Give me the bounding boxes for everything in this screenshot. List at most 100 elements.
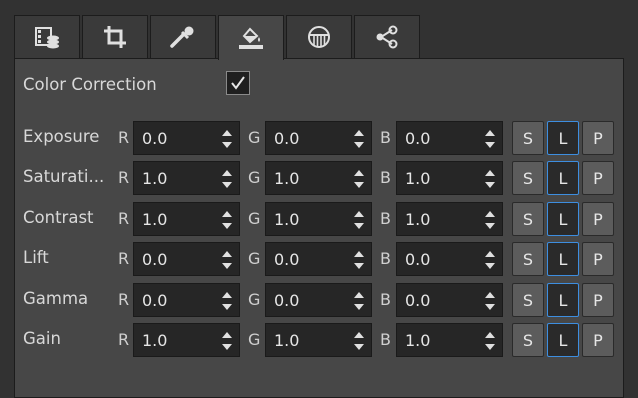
link-button[interactable]: L bbox=[547, 283, 579, 317]
spin-arrows-icon[interactable] bbox=[353, 209, 365, 231]
row-label: Gamma bbox=[23, 289, 89, 308]
preview-button[interactable]: P bbox=[582, 242, 614, 276]
paint-bucket-icon bbox=[239, 27, 263, 49]
b-value[interactable]: 0.0 bbox=[405, 250, 430, 269]
b-spinbox[interactable]: 0.0 bbox=[396, 242, 503, 276]
b-value[interactable]: 0.0 bbox=[405, 129, 430, 148]
color-correction-panel: Color Correction Exposure R 0.0 G 0.0 B 0.0 S L P… bbox=[14, 58, 624, 398]
r-value[interactable]: 1.0 bbox=[142, 169, 167, 188]
row-label: Exposure bbox=[23, 127, 100, 146]
spin-arrows-icon[interactable] bbox=[221, 249, 233, 271]
r-spinbox[interactable]: 1.0 bbox=[133, 202, 240, 236]
g-value[interactable]: 0.0 bbox=[274, 250, 299, 269]
preview-button[interactable]: P bbox=[582, 121, 614, 155]
r-value[interactable]: 1.0 bbox=[142, 331, 167, 350]
r-value[interactable]: 0.0 bbox=[142, 129, 167, 148]
r-spinbox[interactable]: 0.0 bbox=[133, 242, 240, 276]
tab-film-reel[interactable] bbox=[14, 15, 80, 58]
spin-arrows-icon[interactable] bbox=[353, 168, 365, 190]
tab-node-graph[interactable] bbox=[354, 15, 420, 58]
spin-arrows-icon[interactable] bbox=[221, 168, 233, 190]
link-button[interactable]: L bbox=[547, 323, 579, 357]
tab-eyedropper[interactable] bbox=[150, 15, 216, 58]
preview-button[interactable]: P bbox=[582, 323, 614, 357]
solo-button[interactable]: S bbox=[512, 323, 544, 357]
link-button[interactable]: L bbox=[547, 121, 579, 155]
b-value[interactable]: 1.0 bbox=[405, 210, 430, 229]
spin-arrows-icon[interactable] bbox=[353, 128, 365, 150]
spin-arrows-icon[interactable] bbox=[221, 330, 233, 352]
g-spinbox[interactable]: 0.0 bbox=[265, 242, 372, 276]
channel-label-r: R bbox=[118, 290, 130, 309]
color-correction-checkbox[interactable] bbox=[226, 71, 250, 95]
g-value[interactable]: 0.0 bbox=[274, 291, 299, 310]
link-button[interactable]: L bbox=[547, 202, 579, 236]
spin-arrows-icon[interactable] bbox=[353, 249, 365, 271]
channel-label-g: G bbox=[248, 168, 261, 187]
solo-button[interactable]: S bbox=[512, 242, 544, 276]
b-value[interactable]: 1.0 bbox=[405, 331, 430, 350]
spin-arrows-icon[interactable] bbox=[221, 290, 233, 312]
preview-button[interactable]: P bbox=[582, 202, 614, 236]
spin-arrows-icon[interactable] bbox=[353, 330, 365, 352]
spin-arrows-icon[interactable] bbox=[353, 290, 365, 312]
b-value[interactable]: 0.0 bbox=[405, 291, 430, 310]
spin-arrows-icon[interactable] bbox=[221, 128, 233, 150]
g-value[interactable]: 1.0 bbox=[274, 169, 299, 188]
b-spinbox[interactable]: 1.0 bbox=[396, 323, 503, 357]
g-spinbox[interactable]: 1.0 bbox=[265, 323, 372, 357]
g-spinbox[interactable]: 0.0 bbox=[265, 121, 372, 155]
channel-label-b: B bbox=[380, 168, 391, 187]
row-label: Contrast bbox=[23, 208, 94, 227]
channel-label-b: B bbox=[380, 209, 391, 228]
b-spinbox[interactable]: 0.0 bbox=[396, 283, 503, 317]
g-spinbox[interactable]: 0.0 bbox=[265, 283, 372, 317]
r-value[interactable]: 0.0 bbox=[142, 250, 167, 269]
link-button[interactable]: L bbox=[547, 161, 579, 195]
channel-label-b: B bbox=[380, 290, 391, 309]
spin-arrows-icon[interactable] bbox=[484, 290, 496, 312]
adjustment-row: Saturati... R 1.0 G 1.0 B 1.0 S L P bbox=[15, 161, 625, 195]
checkmark-icon bbox=[231, 76, 245, 90]
b-value[interactable]: 1.0 bbox=[405, 169, 430, 188]
tab-paint-bucket[interactable] bbox=[218, 15, 284, 60]
r-value[interactable]: 0.0 bbox=[142, 291, 167, 310]
spin-arrows-icon[interactable] bbox=[484, 330, 496, 352]
r-spinbox[interactable]: 1.0 bbox=[133, 161, 240, 195]
adjustment-row: Gamma R 0.0 G 0.0 B 0.0 S L P bbox=[15, 283, 625, 317]
g-spinbox[interactable]: 1.0 bbox=[265, 161, 372, 195]
spin-arrows-icon[interactable] bbox=[484, 168, 496, 190]
tab-crop[interactable] bbox=[82, 15, 148, 58]
r-spinbox[interactable]: 0.0 bbox=[133, 121, 240, 155]
channel-label-b: B bbox=[380, 128, 391, 147]
g-value[interactable]: 1.0 bbox=[274, 210, 299, 229]
link-button[interactable]: L bbox=[547, 242, 579, 276]
b-spinbox[interactable]: 0.0 bbox=[396, 121, 503, 155]
preview-button[interactable]: P bbox=[582, 283, 614, 317]
g-spinbox[interactable]: 1.0 bbox=[265, 202, 372, 236]
b-spinbox[interactable]: 1.0 bbox=[396, 161, 503, 195]
channel-label-g: G bbox=[248, 249, 261, 268]
eyedropper-icon bbox=[170, 26, 194, 48]
g-value[interactable]: 0.0 bbox=[274, 129, 299, 148]
solo-button[interactable]: S bbox=[512, 283, 544, 317]
r-spinbox[interactable]: 0.0 bbox=[133, 283, 240, 317]
grille-mask-icon bbox=[308, 26, 330, 48]
g-value[interactable]: 1.0 bbox=[274, 331, 299, 350]
color-correction-label: Color Correction bbox=[23, 75, 157, 94]
b-spinbox[interactable]: 1.0 bbox=[396, 202, 503, 236]
spin-arrows-icon[interactable] bbox=[484, 209, 496, 231]
solo-button[interactable]: S bbox=[512, 161, 544, 195]
solo-button[interactable]: S bbox=[512, 121, 544, 155]
r-spinbox[interactable]: 1.0 bbox=[133, 323, 240, 357]
spin-arrows-icon[interactable] bbox=[484, 128, 496, 150]
channel-label-b: B bbox=[380, 330, 391, 349]
spin-arrows-icon[interactable] bbox=[221, 209, 233, 231]
adjustment-row: Contrast R 1.0 G 1.0 B 1.0 S L P bbox=[15, 202, 625, 236]
preview-button[interactable]: P bbox=[582, 161, 614, 195]
tab-grille-mask[interactable] bbox=[286, 15, 352, 58]
channel-label-b: B bbox=[380, 249, 391, 268]
spin-arrows-icon[interactable] bbox=[484, 249, 496, 271]
r-value[interactable]: 1.0 bbox=[142, 210, 167, 229]
solo-button[interactable]: S bbox=[512, 202, 544, 236]
